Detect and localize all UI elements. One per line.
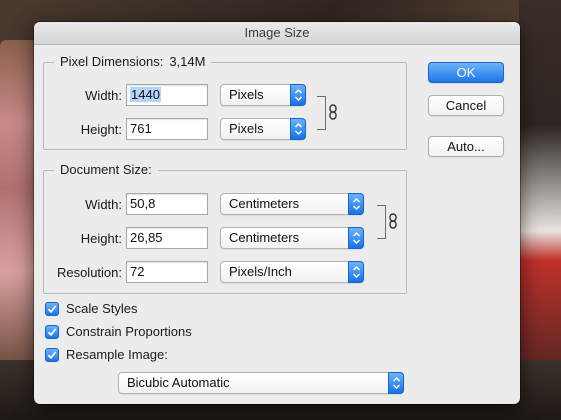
pixel-dimensions-legend: Pixel Dimensions: 3,14M (54, 54, 212, 69)
updown-chevron-icon (290, 118, 306, 140)
pixel-height-label: Height: (80, 122, 122, 137)
document-height-unit-select[interactable]: Centimeters (220, 227, 364, 249)
pixel-height-unit-select[interactable]: Pixels (220, 118, 306, 140)
constrain-proportions-label: Constrain Proportions (66, 324, 192, 339)
checkmark-icon (47, 305, 57, 314)
updown-chevron-icon (348, 261, 364, 283)
updown-chevron-icon (290, 84, 306, 106)
document-height-unit: Centimeters (229, 230, 300, 245)
pixel-dimensions-size: 3,14M (169, 54, 206, 69)
resample-image-label: Resample Image: (66, 347, 168, 362)
updown-chevron-icon (348, 193, 364, 215)
pixel-width-value: 1440 (130, 87, 161, 102)
document-size-legend: Document Size: (54, 162, 158, 177)
chain-link-icon (328, 104, 338, 125)
pixel-height-unit: Pixels (229, 121, 264, 136)
document-width-value: 50,8 (130, 196, 156, 211)
pixel-width-label: Width: (85, 88, 122, 103)
document-width-label: Width: (85, 197, 122, 212)
resolution-input[interactable]: 72 (126, 261, 208, 283)
pixel-height-input[interactable]: 761 (126, 118, 208, 140)
document-height-input[interactable]: 26,85 (126, 227, 208, 249)
updown-chevron-icon (348, 227, 364, 249)
pixel-dimensions-label: Pixel Dimensions: (60, 54, 164, 69)
document-size-group: Document Size: Width: 50,8 Centimeters H… (43, 162, 407, 294)
pixel-width-unit-select[interactable]: Pixels (220, 84, 306, 106)
resolution-unit: Pixels/Inch (229, 264, 292, 279)
dialog-title: Image Size (34, 22, 520, 45)
chain-link-icon (388, 213, 398, 234)
document-width-input[interactable]: 50,8 (126, 193, 208, 215)
document-width-unit: Centimeters (229, 196, 300, 211)
resample-method-value: Bicubic Automatic (127, 375, 230, 390)
document-height-value: 26,85 (130, 230, 163, 245)
resolution-unit-select[interactable]: Pixels/Inch (220, 261, 364, 283)
image-size-dialog: Image Size Pixel Dimensions: 3,14M Width:… (34, 22, 520, 404)
auto-button[interactable]: Auto... (428, 136, 504, 157)
document-width-unit-select[interactable]: Centimeters (220, 193, 364, 215)
pixel-width-unit: Pixels (229, 87, 264, 102)
background-person-right (519, 0, 561, 420)
pixel-height-value: 761 (130, 121, 152, 136)
background-person-left (0, 40, 38, 370)
updown-chevron-icon (388, 372, 404, 394)
constrain-proportions-checkbox[interactable] (45, 325, 59, 339)
checkmark-icon (47, 351, 57, 360)
cancel-button[interactable]: Cancel (428, 95, 504, 116)
resample-method-select[interactable]: Bicubic Automatic (118, 372, 404, 394)
pixel-width-input[interactable]: 1440 (126, 84, 208, 106)
checkmark-icon (47, 328, 57, 337)
scale-styles-label: Scale Styles (66, 301, 138, 316)
document-height-label: Height: (80, 231, 122, 246)
pixel-link-bracket (317, 96, 326, 130)
scale-styles-checkbox[interactable] (45, 302, 59, 316)
pixel-dimensions-group: Pixel Dimensions: 3,14M Width: 1440 Pixel… (43, 54, 407, 150)
resolution-value: 72 (130, 264, 145, 279)
ok-button[interactable]: OK (428, 62, 504, 83)
document-link-bracket (377, 205, 386, 239)
resample-image-checkbox[interactable] (45, 348, 59, 362)
resolution-label: Resolution: (56, 265, 122, 280)
